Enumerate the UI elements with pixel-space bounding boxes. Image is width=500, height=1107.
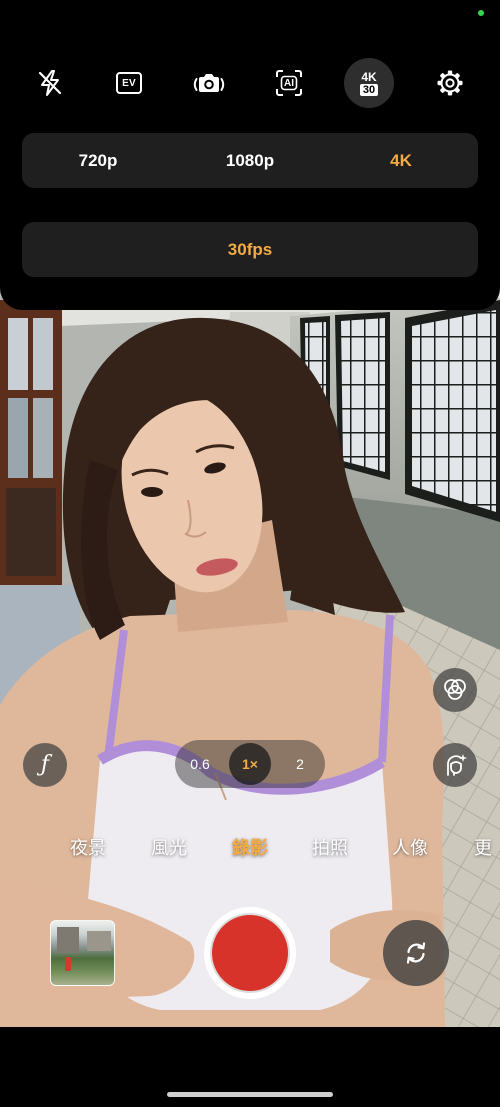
live-photo-icon xyxy=(193,74,225,92)
thumbnail-image-detail xyxy=(57,927,79,953)
mode-video[interactable]: 錄影 xyxy=(232,834,268,860)
ai-scene-icon: AI xyxy=(274,68,304,98)
resolution-option-720p[interactable]: 720p xyxy=(79,151,118,171)
zoom-label: 1× xyxy=(242,756,258,772)
privacy-indicator-dot xyxy=(478,10,484,16)
mode-more[interactable]: 更 xyxy=(474,834,492,860)
fps-option-30[interactable]: 30fps xyxy=(228,240,272,260)
face-beauty-icon xyxy=(447,754,467,776)
zoom-option-2x[interactable]: 2 xyxy=(279,743,321,785)
zoom-label: 2 xyxy=(296,756,304,772)
ev-label: EV xyxy=(122,77,136,89)
live-photo-button[interactable] xyxy=(184,58,234,108)
mode-portrait[interactable]: 人像 xyxy=(392,834,428,860)
aperture-label: ƒ xyxy=(40,752,50,777)
zoom-label: 0.6 xyxy=(190,756,210,772)
settings-gear-icon xyxy=(437,70,463,96)
video-format-button[interactable]: 4K 30 xyxy=(344,58,394,108)
filters-button[interactable] xyxy=(433,668,477,712)
switch-camera-button[interactable] xyxy=(383,920,449,986)
ev-icon: EV xyxy=(116,72,142,94)
resolution-option-1080p[interactable]: 1080p xyxy=(226,151,274,171)
resolution-selector: 720p 1080p 4K xyxy=(22,133,478,188)
thumbnail-image-detail xyxy=(65,957,71,971)
flash-off-icon xyxy=(38,70,62,96)
record-button[interactable] xyxy=(204,907,296,999)
zoom-option-1x[interactable]: 1× xyxy=(229,743,271,785)
record-button-core xyxy=(212,915,288,991)
gallery-thumbnail[interactable] xyxy=(50,920,115,986)
mode-photo[interactable]: 拍照 xyxy=(312,834,348,860)
fps-selector: 30fps xyxy=(22,222,478,277)
video-format-badge: 4K 30 xyxy=(344,58,394,108)
filters-icon xyxy=(444,679,466,700)
settings-button[interactable] xyxy=(425,58,475,108)
bottom-system-bar xyxy=(0,1027,500,1107)
home-indicator[interactable] xyxy=(167,1092,333,1097)
mode-night[interactable]: 夜景 xyxy=(70,834,106,860)
format-fps-label: 30 xyxy=(359,83,379,96)
exposure-button[interactable]: EV xyxy=(104,58,154,108)
beauty-button[interactable] xyxy=(433,743,477,787)
thumbnail-image-detail xyxy=(87,931,111,951)
flash-toggle-button[interactable] xyxy=(25,58,75,108)
ai-scene-button[interactable]: AI xyxy=(264,58,314,108)
zoom-selector: 0.6 1× 2 xyxy=(175,740,325,788)
aperture-button[interactable]: ƒ xyxy=(23,743,67,787)
zoom-option-0-6x[interactable]: 0.6 xyxy=(179,743,221,785)
switch-camera-icon xyxy=(406,942,426,964)
format-resolution-label: 4K xyxy=(361,69,377,84)
mode-landscape[interactable]: 風光 xyxy=(151,834,187,860)
ai-label: AI xyxy=(284,77,294,89)
top-settings-panel: EV AI 4K 30 720p 1080p 4K 30fps xyxy=(0,0,500,310)
resolution-option-4k[interactable]: 4K xyxy=(390,151,412,171)
